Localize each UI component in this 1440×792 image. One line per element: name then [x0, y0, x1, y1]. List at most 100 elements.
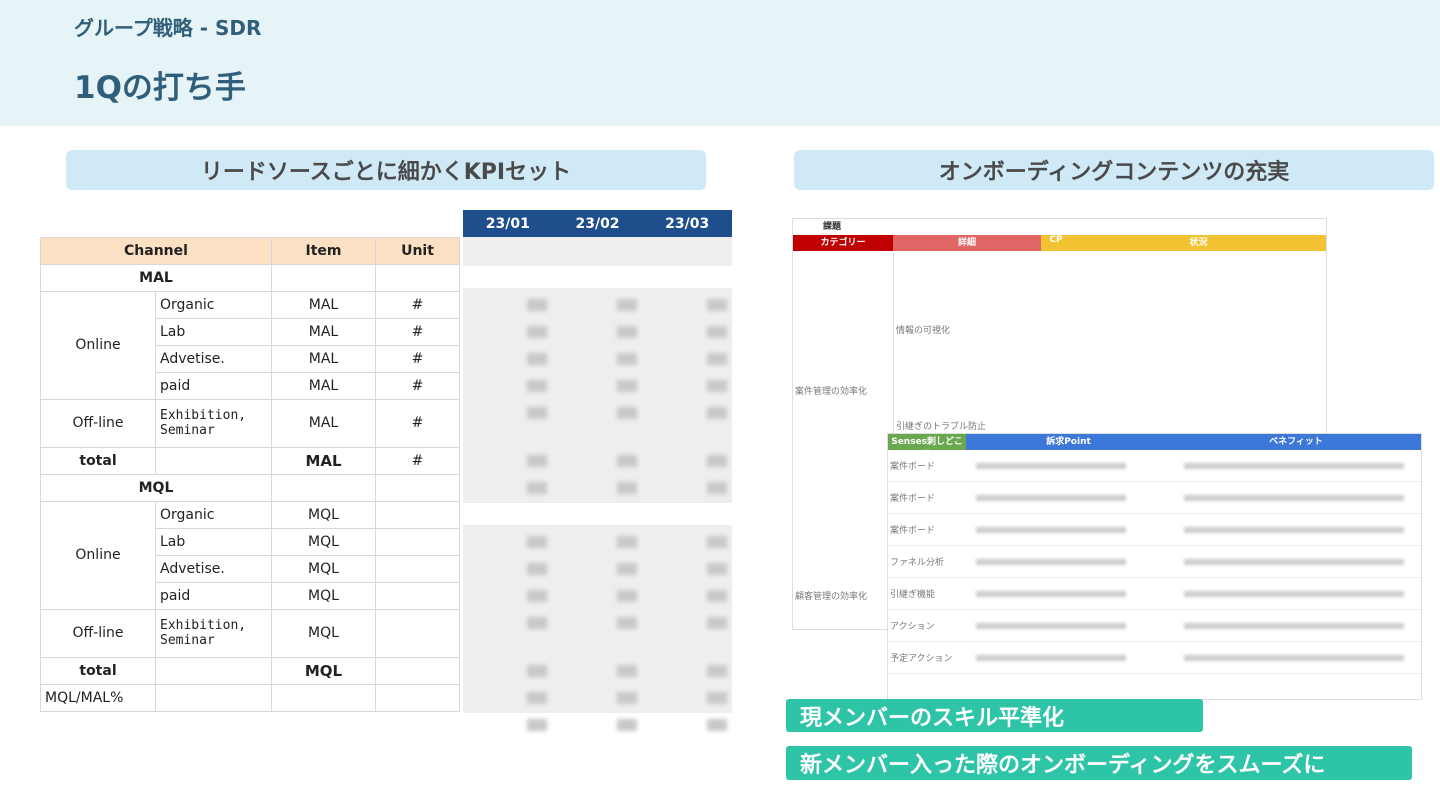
total-label: total: [40, 656, 156, 685]
month-header: 23/01: [485, 215, 530, 232]
col-unit: Unit: [375, 236, 460, 265]
sheet-header: 状況: [1071, 235, 1326, 251]
col-item: Item: [271, 236, 376, 265]
slide-subtitle: グループ戦略 - SDR: [74, 16, 262, 40]
blurred-text: [976, 462, 1126, 469]
sheet-header: Senses刺しどころ: [888, 434, 966, 460]
unit: #: [375, 446, 460, 475]
blurred-value: [527, 326, 547, 338]
blurred-value: [527, 407, 547, 419]
blurred-text: [976, 526, 1126, 533]
blurred-value: [617, 536, 637, 548]
blurred-text: [976, 494, 1126, 501]
unit: #: [375, 290, 460, 319]
section-mql: MQL: [40, 473, 272, 502]
sheet-header: CP: [1041, 235, 1071, 251]
sheet-header: カテゴリー: [793, 235, 893, 251]
item: MQL: [271, 608, 376, 658]
blurred-value: [617, 590, 637, 602]
blurred-value: [527, 380, 547, 392]
blurred-value: [617, 482, 637, 494]
detail: 引継ぎのトラブル防止: [896, 422, 987, 432]
section-mal: MAL: [40, 263, 272, 292]
blurred-value: [707, 617, 727, 629]
blurred-value: [707, 299, 727, 311]
row-label: 引継ぎ機能: [890, 590, 936, 600]
item: MAL: [271, 446, 376, 475]
blurred-value: [707, 719, 727, 731]
sheet-row: アクション: [888, 610, 1421, 642]
month-columns: 23/01 23/02 23/03: [463, 210, 732, 731]
channel-online: Online: [40, 500, 156, 610]
sheet-row: 案件ボード: [888, 514, 1421, 546]
month-header: 23/02: [575, 215, 620, 232]
blurred-text: [1184, 526, 1404, 533]
sheet-row: 引継ぎ機能: [888, 578, 1421, 610]
category: 案件管理の効率化: [795, 387, 868, 397]
blurred-text: [1184, 558, 1404, 565]
blurred-value: [617, 719, 637, 731]
blurred-text: [976, 590, 1126, 597]
source: Organic: [155, 500, 272, 529]
item: MQL: [271, 527, 376, 556]
category: 顧客管理の効率化: [795, 592, 868, 602]
item: MAL: [271, 290, 376, 319]
row-label: 案件ボード: [890, 526, 936, 536]
slide-header: グループ戦略 - SDR 1Qの打ち手: [0, 0, 1440, 126]
item: MAL: [271, 398, 376, 448]
blurred-text: [976, 622, 1126, 629]
unit: #: [375, 398, 460, 448]
source: Lab: [155, 317, 272, 346]
blurred-value: [707, 353, 727, 365]
month-header: 23/03: [665, 215, 710, 232]
blurred-value: [707, 482, 727, 494]
blurred-value: [707, 380, 727, 392]
blurred-value: [617, 455, 637, 467]
blurred-value: [617, 563, 637, 575]
source: Exhibition, Seminar: [155, 608, 272, 658]
source: Advetise.: [155, 554, 272, 583]
blurred-value: [527, 299, 547, 311]
source: Lab: [155, 527, 272, 556]
blurred-value: [617, 380, 637, 392]
point-smooth-onboarding: 新メンバー入った際のオンボーディングをスムーズに: [786, 746, 1412, 780]
blurred-value: [707, 692, 727, 704]
blurred-text: [1184, 590, 1404, 597]
blurred-text: [1184, 622, 1404, 629]
blank-row: [463, 266, 732, 288]
blurred-value: [707, 563, 727, 575]
blurred-value: [527, 536, 547, 548]
slide-title: 1Qの打ち手: [74, 70, 246, 106]
unit: #: [375, 371, 460, 400]
blurred-value: [617, 692, 637, 704]
kpi-table: Channel Item Unit MAL Online Organic MAL # La…: [40, 210, 460, 712]
sheet-row: 予定アクション: [888, 642, 1421, 674]
blurred-text: [976, 558, 1126, 565]
item: MAL: [271, 344, 376, 373]
blurred-text: [1184, 462, 1404, 469]
detail: 情報の可視化: [896, 326, 951, 336]
sheet-header: 詳細: [893, 235, 1041, 251]
blurred-value: [707, 407, 727, 419]
source: Exhibition, Seminar: [155, 398, 272, 448]
point-skill-leveling: 現メンバーのスキル平準化: [786, 699, 1203, 732]
right-heading: オンボーディングコンテンツの充実: [794, 150, 1434, 190]
unit: #: [375, 344, 460, 373]
item: MAL: [271, 371, 376, 400]
item: MQL: [271, 656, 376, 685]
channel-offline: Off-line: [40, 398, 156, 448]
row-label: 予定アクション: [890, 654, 953, 664]
blurred-value: [617, 299, 637, 311]
benefit-sheet-screenshot: Senses刺しどころ 訴求Point ベネフィット 案件ボード 案件ボード 案件ボ…: [887, 433, 1422, 700]
item: MAL: [271, 317, 376, 346]
blurred-value: [617, 665, 637, 677]
blurred-value: [707, 665, 727, 677]
source: paid: [155, 371, 272, 400]
blurred-value: [527, 590, 547, 602]
blurred-value: [527, 482, 547, 494]
blurred-value: [707, 536, 727, 548]
sheet-row: 案件ボード: [888, 482, 1421, 514]
channel-online: Online: [40, 290, 156, 400]
unit: #: [375, 317, 460, 346]
ratio-label: MQL/MAL%: [40, 683, 156, 712]
